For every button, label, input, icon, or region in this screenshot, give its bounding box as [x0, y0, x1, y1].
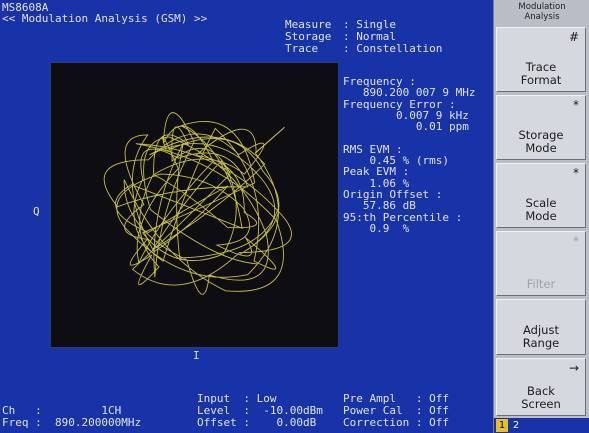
offset-status: Offset : 0.00dB [197, 416, 317, 429]
softkey-menu-title: Modulation Analysis [518, 2, 566, 22]
scale-mode-label: Scale Mode [525, 196, 557, 223]
filter-button[interactable]: * Filter [496, 231, 586, 296]
constellation-trace-path [103, 112, 292, 295]
submenu-mark-icon: # [568, 30, 579, 44]
page-1-tab[interactable]: 1 [496, 419, 508, 432]
adjust-range-label: Adjust Range [522, 323, 560, 350]
page-indicator: 1 2 [494, 418, 589, 433]
constellation-trace [103, 112, 292, 295]
page-2-tab[interactable]: 2 [510, 419, 522, 432]
toggle-mark-icon: * [573, 166, 579, 180]
q-axis-label: Q [33, 205, 40, 218]
back-screen-button[interactable]: → Back Screen [496, 358, 586, 416]
trace-format-label: Trace Format [520, 60, 562, 87]
toggle-mark-icon: * [573, 234, 579, 248]
storage-mode-button[interactable]: * Storage Mode [496, 95, 586, 160]
arrow-right-icon: → [568, 361, 579, 375]
analyzer-screen: MS8608A << Modulation Analysis (GSM) >> … [0, 0, 589, 433]
softkey-panel: Modulation Analysis # Trace Format * Sto… [493, 0, 589, 433]
screen-title: << Modulation Analysis (GSM) >> [2, 12, 208, 25]
result-line: 0.01 ppm [343, 120, 469, 134]
result-line: 0.9 % [343, 221, 410, 235]
i-axis-label: I [193, 349, 200, 362]
trace-value: : Constellation [343, 42, 443, 55]
scale-mode-button[interactable]: * Scale Mode [496, 163, 586, 228]
back-screen-label: Back Screen [521, 384, 561, 411]
correction-status: Correction : Off [343, 416, 449, 429]
toggle-mark-icon: * [573, 98, 579, 112]
constellation-plot [50, 62, 339, 348]
trace-format-button[interactable]: # Trace Format [496, 27, 586, 92]
trace-label: Trace [285, 42, 319, 55]
filter-label: Filter [526, 277, 556, 291]
storage-mode-label: Storage Mode [518, 128, 564, 155]
adjust-range-button[interactable]: Adjust Range [496, 299, 586, 355]
frequency-status: Freq : 890.200000MHz [2, 416, 142, 429]
